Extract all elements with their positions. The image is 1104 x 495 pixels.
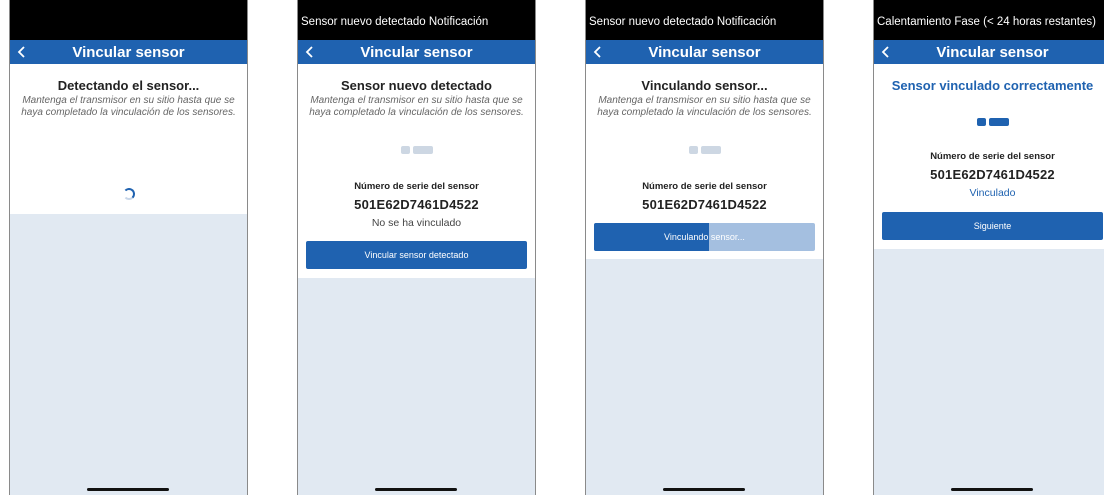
loading-spinner-icon (123, 188, 135, 200)
instruction-text: Mantenga el transmisor en su sitio hasta… (21, 95, 236, 118)
screen-heading: Vinculando sensor... (641, 78, 768, 93)
phone-screen-linked: Calentamiento Fase (< 24 horas restantes… (873, 0, 1104, 495)
sensor-icon (400, 146, 433, 154)
content-card: Detectando el sensor... Mantenga el tran… (10, 64, 247, 214)
nav-bar: Vincular sensor (874, 40, 1104, 64)
back-chevron-icon[interactable] (591, 45, 605, 59)
nav-title: Vincular sensor (936, 43, 1049, 61)
home-indicator (663, 488, 745, 491)
content-card: Sensor nuevo detectado Mantenga el trans… (298, 64, 535, 278)
status-bar: Calentamiento Fase (< 24 horas restantes… (874, 0, 1104, 40)
back-chevron-icon[interactable] (303, 45, 317, 59)
link-status: No se ha vinculado (371, 217, 462, 229)
screen-heading: Sensor vinculado correctamente (891, 78, 1094, 93)
nav-bar: Vincular sensor (298, 40, 535, 64)
instruction-text: Mantenga el transmisor en su sitio hasta… (597, 95, 812, 118)
serial-label: Número de serie del sensor (354, 181, 479, 192)
link-detected-sensor-button[interactable]: Vincular sensor detectado (306, 241, 527, 269)
phone-screen-linking: Sensor nuevo detectado Notificación Vinc… (585, 0, 824, 495)
linking-progress-bar: Vinculando sensor... (594, 223, 815, 251)
home-indicator (951, 488, 1033, 491)
instruction-text: Mantenga el transmisor en su sitio hasta… (309, 95, 524, 118)
content-card: Vinculando sensor... Mantenga el transmi… (586, 64, 823, 259)
screen-heading: Detectando el sensor... (57, 78, 200, 93)
status-bar (10, 0, 247, 40)
home-indicator (87, 488, 169, 491)
status-bar: Sensor nuevo detectado Notificación (298, 0, 535, 40)
nav-title: Vincular sensor (648, 43, 761, 61)
content-card: Sensor vinculado correctamente Número de… (874, 64, 1104, 249)
link-status: Vinculado (969, 187, 1016, 199)
phone-screen-detected: Sensor nuevo detectado Notificación Vinc… (297, 0, 536, 495)
progress-label: Vinculando sensor... (664, 232, 745, 242)
serial-label: Número de serie del sensor (642, 181, 767, 192)
home-indicator (375, 488, 457, 491)
next-button[interactable]: Siguiente (882, 212, 1103, 240)
phone-screen-detecting: Vincular sensor Detectando el sensor... … (9, 0, 248, 495)
nav-bar: Vincular sensor (586, 40, 823, 64)
nav-title: Vincular sensor (360, 43, 473, 61)
sensor-icon (976, 118, 1009, 126)
sensor-icon (688, 146, 721, 154)
status-bar: Sensor nuevo detectado Notificación (586, 0, 823, 40)
back-chevron-icon[interactable] (879, 45, 893, 59)
serial-label: Número de serie del sensor (930, 151, 1055, 162)
back-chevron-icon[interactable] (15, 45, 29, 59)
screen-heading: Sensor nuevo detectado (341, 78, 492, 93)
nav-title: Vincular sensor (72, 43, 185, 61)
nav-bar: Vincular sensor (10, 40, 247, 64)
serial-number: 501E62D7461D4522 (930, 167, 1055, 182)
serial-number: 501E62D7461D4522 (354, 197, 479, 212)
serial-number: 501E62D7461D4522 (642, 197, 767, 212)
